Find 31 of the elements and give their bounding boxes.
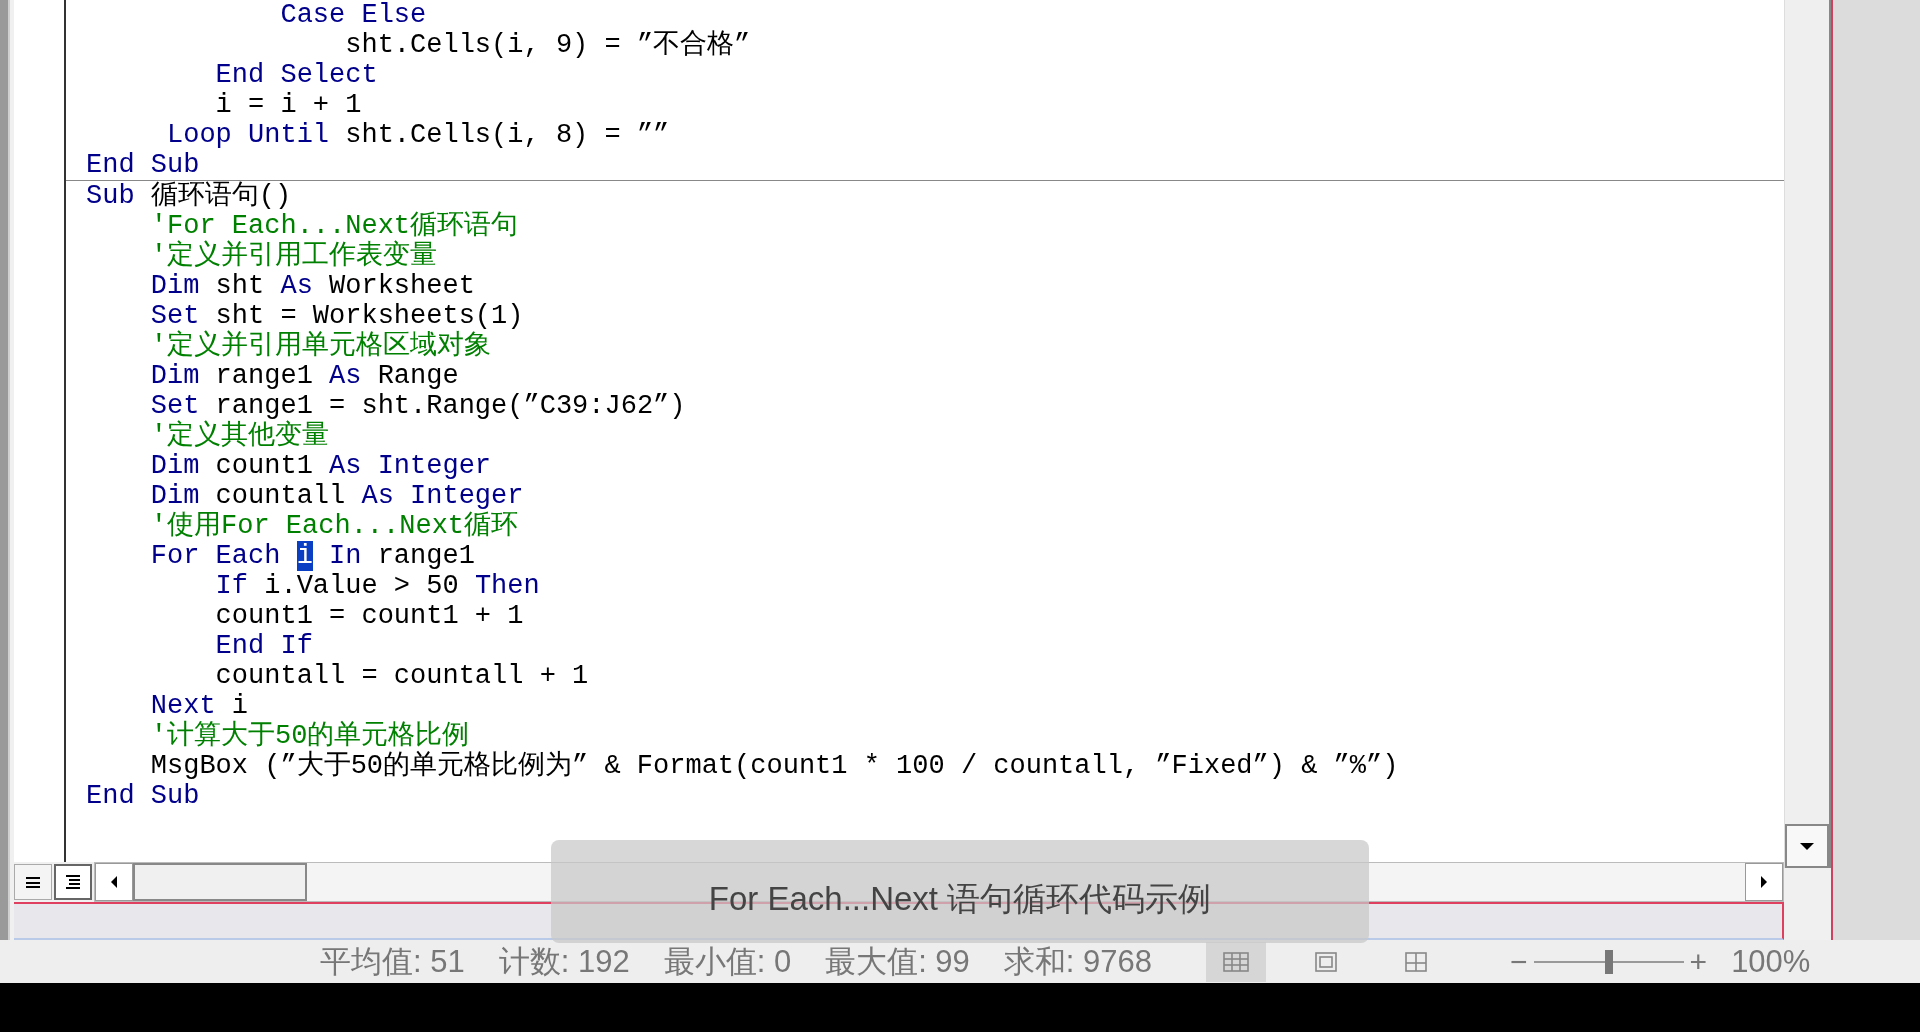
code-line: sht.Cells(i, 9) = ”不合格” — [344, 30, 752, 60]
status-stat: 最大值: 99 — [825, 942, 970, 981]
code-line: End If — [214, 631, 314, 661]
code-line: Dim sht As Worksheet — [149, 271, 476, 301]
code-line: '定义并引用单元格区域对象 — [149, 331, 492, 361]
code-line: 'For Each...Next循环语句 — [149, 211, 520, 241]
code-line: End Sub — [86, 150, 201, 180]
code-line: Set sht = Worksheets(1) — [149, 301, 525, 331]
code-line: Sub 循环语句() — [86, 181, 293, 211]
code-line: If i.Value > 50 Then — [214, 571, 541, 601]
caption-toast: For Each...Next 语句循环代码示例 — [551, 840, 1369, 943]
status-stat: 计数: 192 — [498, 942, 630, 981]
status-stat: 平均值: 51 — [320, 942, 465, 981]
code-line: Dim countall As Integer — [149, 481, 525, 511]
code-line: Loop Until sht.Cells(i, 8) = ”” — [166, 120, 671, 150]
code-line: End Select — [214, 60, 379, 90]
code-line: Dim range1 As Range — [149, 361, 460, 391]
code-line: '使用For Each...Next循环 — [149, 511, 520, 541]
code-line: End Sub — [86, 781, 201, 811]
code-line: MsgBox (”大于50的单元格比例为” & Format(count1 * 100 / countall, ”Fixed”) & ”%”) — [149, 751, 1400, 781]
code-line: Next i — [149, 691, 250, 721]
code-line: count1 = count1 + 1 — [214, 601, 525, 631]
code-line: '定义并引用工作表变量 — [149, 241, 438, 271]
code-line: '计算大于50的单元格比例 — [149, 721, 471, 751]
code-line: i = i + 1 — [214, 90, 363, 120]
code-line: Case Else — [279, 0, 428, 30]
status-stat: 最小值: 0 — [663, 942, 792, 981]
code-line: Dim count1 As Integer — [149, 451, 493, 481]
status-stat: 求和: 9768 — [1003, 942, 1153, 981]
code-line: For Each i In range1 — [149, 541, 476, 571]
code-line: countall = countall + 1 — [214, 661, 590, 691]
